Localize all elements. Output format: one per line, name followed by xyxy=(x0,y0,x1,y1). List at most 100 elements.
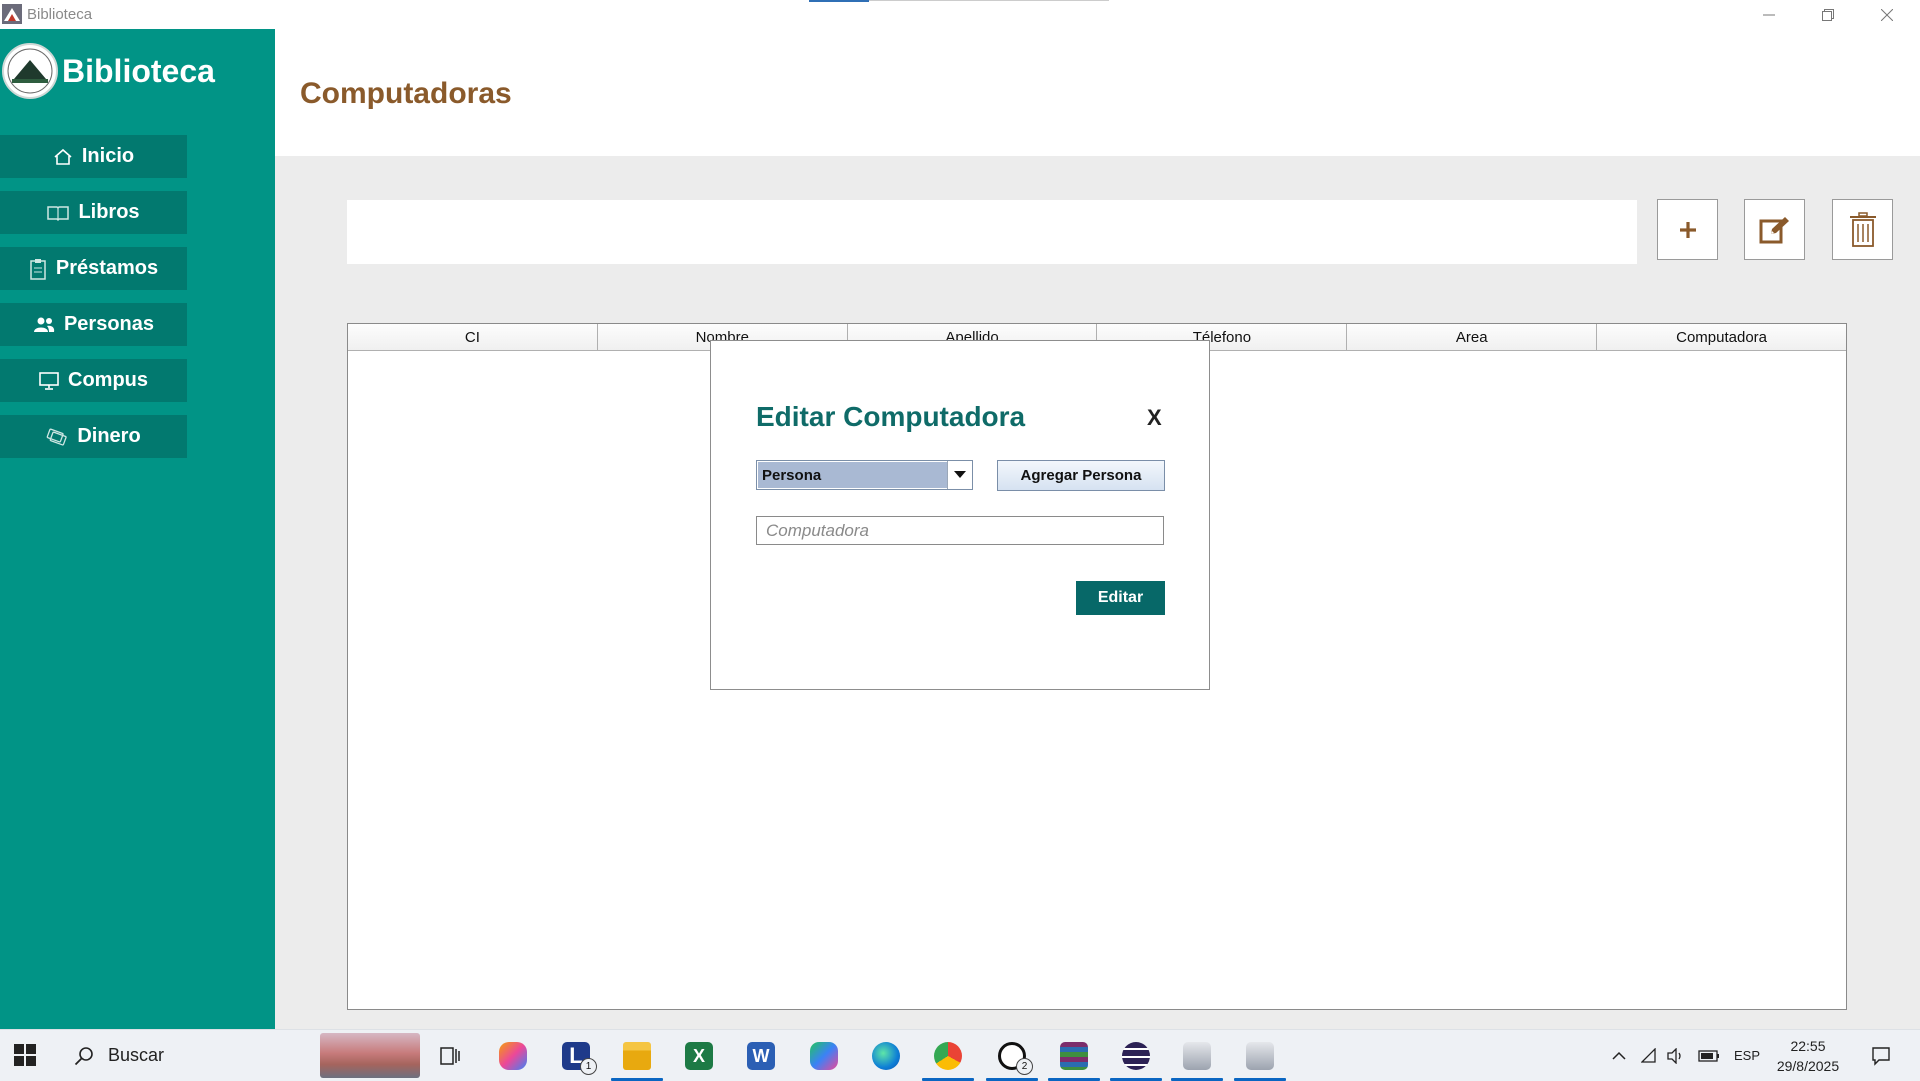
java-app-icon xyxy=(1246,1041,1274,1070)
window-title: Biblioteca xyxy=(27,6,93,23)
taskbar: Buscar L 1 X W 2 ESP 22:55 29/8/2025 xyxy=(0,1029,1920,1081)
edit-button[interactable] xyxy=(1744,199,1805,260)
sidebar-item-dinero[interactable]: Dinero xyxy=(0,415,187,458)
sidebar-item-inicio[interactable]: Inicio xyxy=(0,135,187,178)
winrar-icon xyxy=(1060,1041,1088,1070)
taskbar-java-app-1[interactable] xyxy=(1168,1030,1226,1081)
excel-icon: X xyxy=(685,1041,713,1070)
mountain-logo-icon xyxy=(7,48,53,94)
sidebar-item-label: Compus xyxy=(68,369,148,391)
notification-badge: 1 xyxy=(580,1058,597,1075)
sidebar-item-label: Préstamos xyxy=(55,257,159,279)
notification-badge: 2 xyxy=(1016,1058,1033,1075)
tab-indicator xyxy=(809,0,869,2)
taskbar-word[interactable]: W xyxy=(732,1030,790,1081)
taskbar-m365[interactable] xyxy=(795,1030,853,1081)
notifications-button[interactable] xyxy=(1866,1030,1896,1081)
chevron-down-icon[interactable] xyxy=(947,461,972,489)
window-titlebar: Biblioteca xyxy=(0,0,1920,29)
chrome-icon xyxy=(934,1041,962,1070)
page-title: Computadoras xyxy=(300,77,512,110)
restore-button[interactable] xyxy=(1799,0,1857,29)
taskbar-excel[interactable]: X xyxy=(670,1030,728,1081)
sidebar-item-label: Personas xyxy=(63,313,155,335)
speaker-icon xyxy=(1667,1047,1681,1064)
money-icon xyxy=(47,428,67,446)
battery-icon xyxy=(1698,1049,1719,1062)
taskbar-edge[interactable] xyxy=(857,1030,915,1081)
wifi-icon xyxy=(1641,1047,1656,1063)
task-view-icon xyxy=(440,1046,460,1065)
battery-button[interactable] xyxy=(1697,1030,1721,1081)
sidebar: Biblioteca Inicio Libros Préstamos Perso… xyxy=(0,29,275,1029)
computer-input[interactable] xyxy=(756,516,1164,545)
taskbar-eclipse[interactable] xyxy=(1107,1030,1165,1081)
sidebar-item-label: Libros xyxy=(78,201,140,223)
task-view-button[interactable] xyxy=(421,1030,479,1081)
sidebar-item-label: Dinero xyxy=(77,425,141,447)
persona-select-value: Persona xyxy=(758,462,947,488)
plus-icon xyxy=(1679,221,1696,238)
app-icon xyxy=(2,4,22,24)
trash-icon xyxy=(1849,211,1876,247)
column-header-computadora[interactable]: Computadora xyxy=(1597,324,1846,350)
notification-icon xyxy=(1872,1046,1890,1066)
java-app-icon xyxy=(1183,1041,1211,1070)
dialog-close-button[interactable]: X xyxy=(1147,405,1162,431)
sidebar-item-label: Inicio xyxy=(81,145,135,167)
restore-icon xyxy=(1822,8,1834,21)
minimize-icon xyxy=(1763,14,1775,15)
library-logo xyxy=(2,43,58,99)
home-icon xyxy=(54,148,72,165)
language-indicator[interactable]: ESP xyxy=(1728,1030,1766,1081)
m365-icon xyxy=(810,1041,838,1070)
add-button[interactable] xyxy=(1657,199,1718,260)
word-icon: W xyxy=(747,1041,775,1070)
chevron-up-icon xyxy=(1612,1051,1626,1060)
column-header-area[interactable]: Area xyxy=(1347,324,1598,350)
close-window-button[interactable] xyxy=(1858,0,1916,29)
taskbar-file-explorer[interactable] xyxy=(608,1030,666,1081)
edit-icon xyxy=(1759,216,1789,243)
search-input[interactable] xyxy=(347,200,1637,264)
edge-icon xyxy=(872,1041,900,1070)
taskbar-search[interactable]: Buscar xyxy=(62,1030,314,1081)
people-icon xyxy=(33,317,55,332)
sidebar-item-compus[interactable]: Compus xyxy=(0,359,187,402)
book-icon xyxy=(47,205,70,221)
sidebar-item-libros[interactable]: Libros xyxy=(0,191,187,234)
add-person-button[interactable]: Agregar Persona xyxy=(997,460,1165,491)
windows-start-icon[interactable] xyxy=(14,1044,36,1066)
taskbar-java-app-2[interactable] xyxy=(1231,1030,1289,1081)
search-icon xyxy=(74,1046,93,1065)
taskbar-copilot[interactable] xyxy=(484,1030,542,1081)
column-header-ci[interactable]: CI xyxy=(348,324,598,350)
show-hidden-icons-button[interactable] xyxy=(1608,1030,1630,1081)
tab-divider xyxy=(869,0,1109,1)
persona-select[interactable]: Persona xyxy=(756,460,973,490)
edit-computer-dialog: Editar Computadora X Persona Agregar Per… xyxy=(710,340,1210,690)
page-header: Computadoras xyxy=(275,29,1920,156)
folder-icon xyxy=(623,1041,651,1070)
taskbar-whatsapp[interactable]: 2 xyxy=(983,1030,1041,1081)
brand-name: Biblioteca xyxy=(62,53,215,89)
monitor-icon xyxy=(39,371,59,390)
copilot-icon xyxy=(499,1041,527,1070)
clock-date: 29/8/2025 xyxy=(1776,1058,1840,1074)
taskbar-lenovo[interactable]: L 1 xyxy=(547,1030,605,1081)
taskbar-winrar[interactable] xyxy=(1045,1030,1103,1081)
submit-edit-button[interactable]: Editar xyxy=(1076,581,1165,615)
minimize-button[interactable] xyxy=(1740,0,1798,29)
delete-button[interactable] xyxy=(1832,199,1893,260)
search-highlight-image[interactable] xyxy=(320,1033,420,1078)
network-button[interactable] xyxy=(1640,1030,1660,1081)
dialog-title: Editar Computadora xyxy=(756,401,1026,432)
sidebar-item-personas[interactable]: Personas xyxy=(0,303,187,346)
taskbar-search-label: Buscar xyxy=(108,1045,165,1065)
sidebar-item-prestamos[interactable]: Préstamos xyxy=(0,247,187,290)
taskbar-chrome[interactable] xyxy=(919,1030,977,1081)
taskbar-clock[interactable]: 22:55 29/8/2025 xyxy=(1768,1036,1848,1076)
close-icon xyxy=(1881,8,1893,21)
volume-button[interactable] xyxy=(1665,1030,1687,1081)
clock-time: 22:55 xyxy=(1790,1038,1826,1054)
